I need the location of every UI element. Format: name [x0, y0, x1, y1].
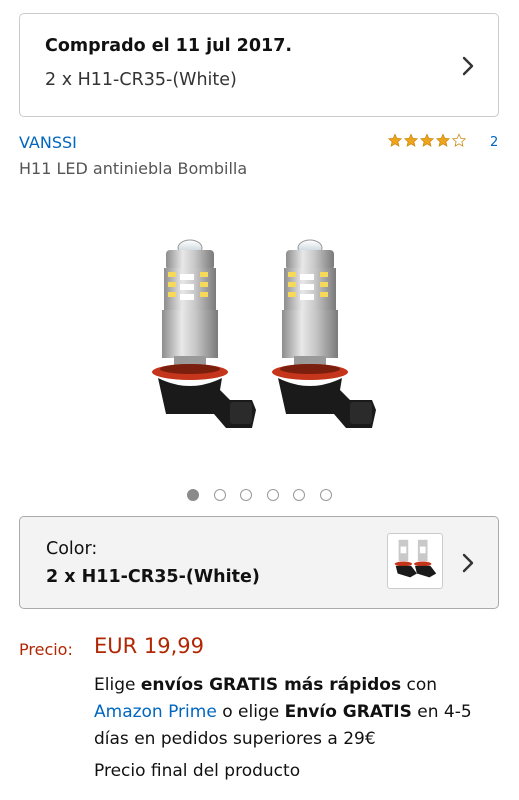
- order-variant: 2 x H11-CR35-(White): [45, 70, 237, 90]
- shipping-text-3: o elige: [216, 702, 285, 722]
- amazon-prime-link[interactable]: Amazon Prime: [94, 702, 217, 722]
- carousel-indicator[interactable]: [187, 489, 332, 501]
- star-icon: [435, 133, 451, 147]
- order-date-title: Comprado el 11 jul 2017.: [45, 36, 293, 56]
- star-icon: [419, 133, 435, 147]
- star-icon: [451, 133, 467, 147]
- price-label: Precio:: [19, 640, 73, 659]
- chevron-right-icon: [462, 56, 474, 76]
- shipping-info: Elige envíos GRATIS más rápidos con Amaz…: [94, 672, 499, 753]
- carousel-dot[interactable]: [240, 489, 252, 501]
- brand-link[interactable]: VANSSI: [19, 133, 77, 152]
- rating-count-link[interactable]: 2: [490, 135, 498, 150]
- bulb-right: [272, 239, 376, 428]
- shipping-bold-1: envíos GRATIS más rápidos: [140, 675, 402, 695]
- price-value: EUR 19,99: [94, 634, 205, 658]
- color-thumbnail[interactable]: [387, 533, 443, 589]
- shipping-text-1: Elige: [94, 675, 141, 695]
- chevron-right-icon: [462, 553, 474, 573]
- star-icon: [403, 133, 419, 147]
- product-image[interactable]: [120, 228, 400, 438]
- order-summary-card[interactable]: Comprado el 11 jul 2017. 2 x H11-CR35-(W…: [19, 13, 499, 117]
- color-label: Color:: [46, 539, 98, 559]
- color-selector[interactable]: Color: 2 x H11-CR35-(White): [19, 516, 499, 609]
- shipping-bold-2: Envío GRATIS: [284, 702, 412, 722]
- star-rating[interactable]: [387, 133, 467, 148]
- carousel-dot[interactable]: [293, 489, 305, 501]
- star-icon: [387, 133, 403, 147]
- carousel-dot[interactable]: [266, 489, 279, 501]
- carousel-dot[interactable]: [319, 489, 332, 501]
- final-price-note: Precio final del producto: [94, 761, 301, 781]
- carousel-dot[interactable]: [187, 489, 199, 501]
- bulb-left: [152, 239, 256, 428]
- product-title: H11 LED antiniebla Bombilla: [19, 159, 248, 178]
- color-value: 2 x H11-CR35-(White): [46, 567, 260, 587]
- carousel-dot[interactable]: [213, 489, 226, 501]
- shipping-text-2: con: [401, 675, 438, 695]
